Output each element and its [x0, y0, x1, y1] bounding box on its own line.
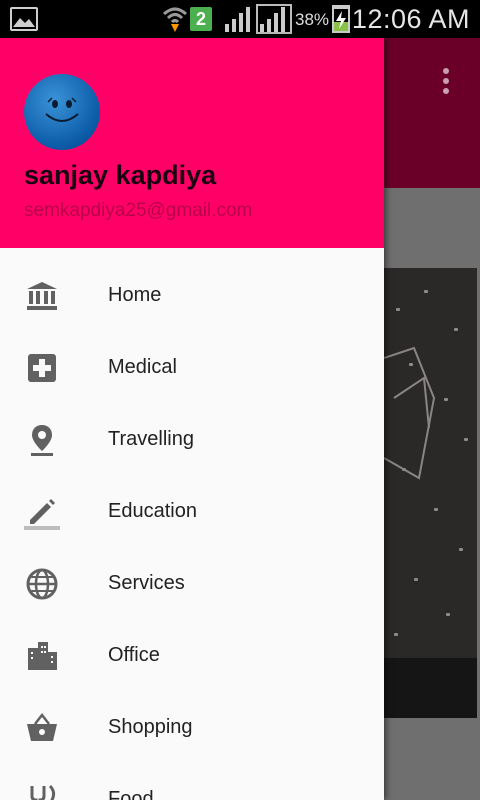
- user-email: semkapdiya25@gmail.com: [24, 200, 253, 221]
- gallery-notification-icon: [10, 7, 38, 31]
- menu-item-label: Food: [108, 788, 154, 800]
- menu-item-label: Medical: [108, 356, 177, 378]
- menu-item-food[interactable]: Food: [0, 764, 384, 800]
- medical-plus-icon: [28, 354, 56, 382]
- wifi-download-icon: [162, 7, 188, 32]
- menu-item-education[interactable]: Education: [0, 476, 384, 548]
- menu-item-shopping[interactable]: Shopping: [0, 692, 384, 764]
- battery-charging-icon: [332, 5, 350, 33]
- shopping-basket-icon: [27, 712, 57, 741]
- menu-item-label: Travelling: [108, 428, 194, 450]
- menu-item-travelling[interactable]: Travelling: [0, 404, 384, 476]
- avatar[interactable]: [24, 74, 100, 150]
- menu-item-label: Services: [108, 572, 185, 594]
- signal-strength-icon: [225, 7, 250, 32]
- user-name: sanjay kapdiya: [24, 160, 217, 190]
- menu-item-label: Home: [108, 284, 162, 306]
- drawer-header: sanjay kapdiya semkapdiya25@gmail.com: [0, 38, 384, 248]
- more-options-icon[interactable]: [443, 68, 451, 98]
- menu-item-medical[interactable]: Medical: [0, 332, 384, 404]
- battery-percent: 38%: [295, 10, 330, 29]
- notification-count-badge: 2: [190, 7, 212, 31]
- location-pin-icon: [31, 425, 53, 456]
- status-bar: 2 38% 12:06 AM: [0, 0, 480, 38]
- menu-item-label: Education: [108, 500, 197, 522]
- menu-item-home[interactable]: Home: [0, 260, 384, 332]
- menu-item-services[interactable]: Services: [0, 548, 384, 620]
- menu-item-office[interactable]: Office: [0, 620, 384, 692]
- clock: 12:06 AM: [351, 4, 470, 34]
- drawer-menu: Home Medical Travelling Education Servic…: [0, 260, 384, 800]
- pencil-icon: [24, 499, 60, 530]
- menu-item-label: Office: [108, 644, 160, 666]
- bank-icon: [27, 282, 57, 310]
- signal-strength-secondary-icon: [256, 4, 292, 34]
- building-icon: [28, 642, 57, 670]
- food-icon: [30, 784, 56, 800]
- globe-icon: [26, 568, 58, 600]
- navigation-drawer: sanjay kapdiya semkapdiya25@gmail.com Ho…: [0, 38, 384, 800]
- background-tab-fragment: [384, 144, 404, 166]
- menu-item-label: Shopping: [108, 716, 193, 738]
- background-app-image: [384, 268, 477, 718]
